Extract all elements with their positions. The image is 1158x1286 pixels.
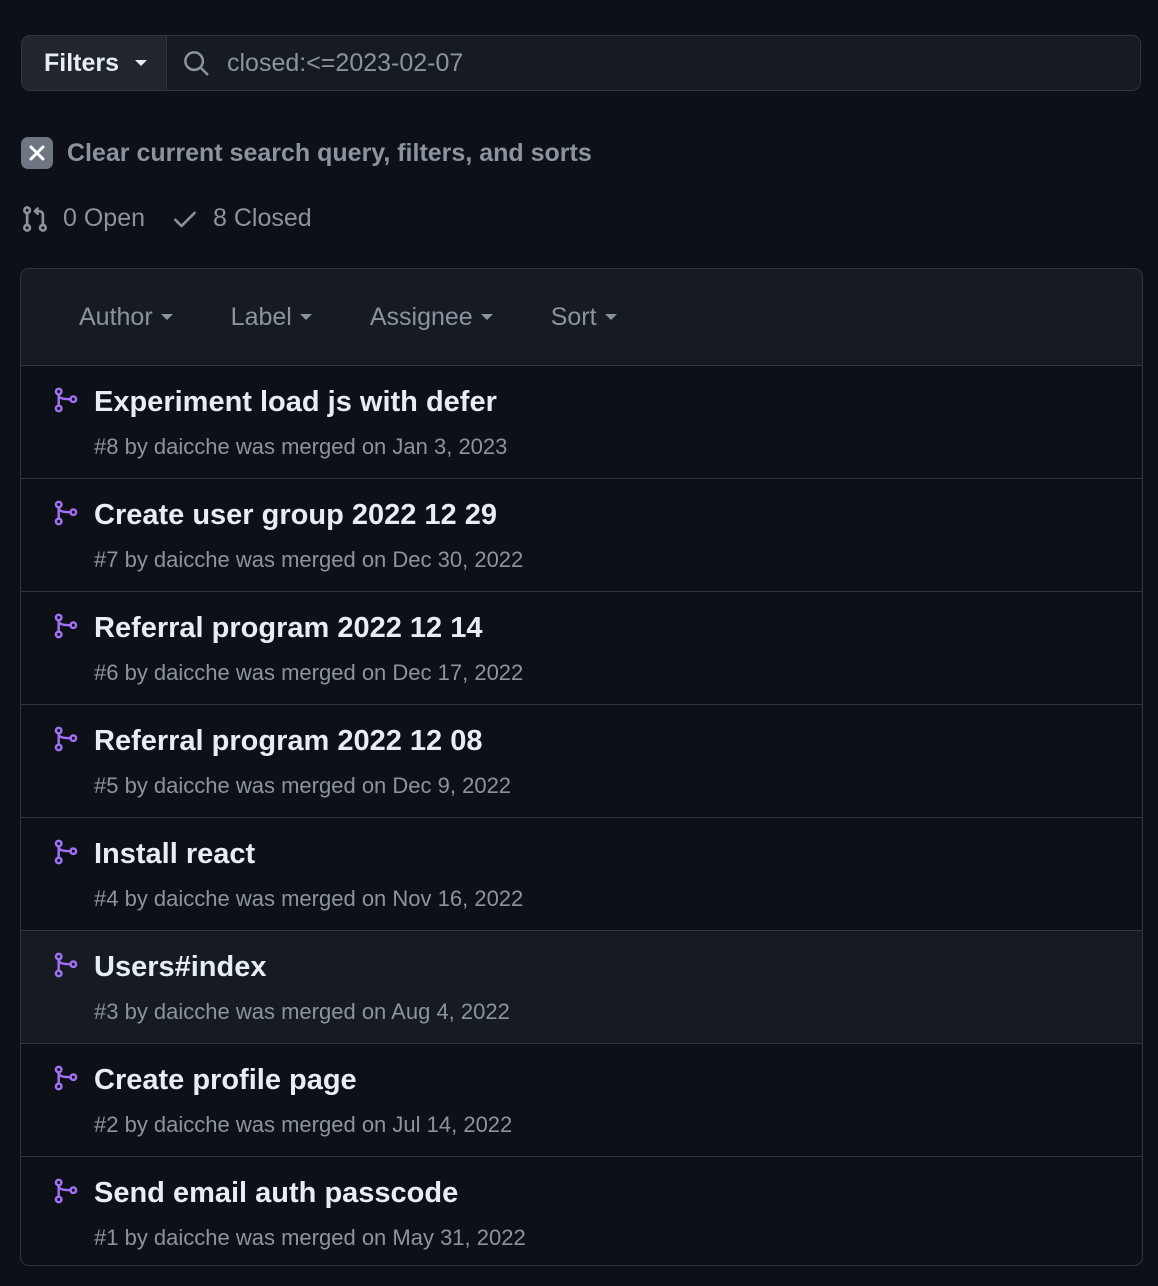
pr-meta: #6 by daicche was merged on Dec 17, 2022 (94, 660, 524, 685)
pr-title-link[interactable]: Install react (94, 838, 255, 871)
search-input[interactable] (227, 48, 1140, 78)
git-merge-icon (54, 1178, 78, 1204)
clear-filters-link[interactable]: Clear current search query, filters, and… (21, 137, 592, 169)
author-filter[interactable]: Author (79, 303, 173, 332)
filter-bar: Filters (21, 35, 1141, 91)
pr-meta: #3 by daicche was merged on Aug 4, 2022 (94, 999, 510, 1024)
closed-toggle[interactable]: 8 Closed (171, 204, 312, 233)
pr-meta: #5 by daicche was merged on Dec 9, 2022 (94, 773, 512, 798)
label-filter[interactable]: Label (231, 303, 312, 332)
author-filter-label: Author (79, 302, 153, 331)
pr-meta: #8 by daicche was merged on Jan 3, 2023 (94, 434, 508, 459)
closed-count-label: 8 Closed (213, 204, 312, 232)
list-item: Install react #4 by daicche was merged o… (21, 818, 1142, 931)
pr-title-link[interactable]: Users#index (94, 951, 267, 984)
git-merge-icon (54, 613, 78, 639)
chevron-down-icon (160, 314, 173, 320)
chevron-down-icon (604, 314, 617, 320)
pr-title-link[interactable]: Referral program 2022 12 14 (94, 612, 483, 645)
pr-title-link[interactable]: Send email auth passcode (94, 1177, 458, 1210)
list-item: Referral program 2022 12 14 #6 by daicch… (21, 592, 1142, 705)
git-merge-icon (54, 726, 78, 752)
search-icon (184, 51, 209, 76)
filters-button-label: Filters (44, 48, 120, 77)
git-merge-icon (54, 387, 78, 413)
list-item: Experiment load js with defer #8 by daic… (21, 366, 1142, 479)
open-count-label: 0 Open (63, 204, 146, 232)
pr-meta: #7 by daicche was merged on Dec 30, 2022 (94, 547, 524, 572)
label-filter-label: Label (230, 302, 292, 331)
chevron-down-icon (480, 314, 493, 320)
search-wrapper (167, 36, 1140, 90)
list-item: Create user group 2022 12 29 #7 by daicc… (21, 479, 1142, 592)
git-merge-icon (54, 500, 78, 526)
pr-title-link[interactable]: Referral program 2022 12 08 (94, 725, 483, 758)
pull-request-list: Author Label Assignee Sort Experiment lo… (20, 268, 1143, 1266)
list-item: Referral program 2022 12 08 #5 by daicch… (21, 705, 1142, 818)
pr-title-link[interactable]: Create user group 2022 12 29 (94, 499, 497, 532)
pr-title-link[interactable]: Create profile page (94, 1064, 357, 1097)
clear-filters-label: Clear current search query, filters, and… (67, 138, 592, 167)
pr-meta: #4 by daicche was merged on Nov 16, 2022 (94, 886, 524, 911)
sort-dropdown-label: Sort (550, 302, 597, 331)
pr-title-link[interactable]: Experiment load js with defer (94, 386, 497, 419)
close-icon (21, 137, 53, 169)
open-toggle[interactable]: 0 Open (21, 204, 145, 233)
pull-requests-page: Filters Clear current search query, filt… (0, 0, 1158, 1286)
git-merge-icon (54, 1065, 78, 1091)
list-item: Users#index #3 by daicche was merged on … (21, 931, 1142, 1044)
check-icon (174, 211, 196, 227)
chevron-down-icon (135, 60, 148, 66)
pr-meta: #1 by daicche was merged on May 31, 2022 (94, 1225, 526, 1250)
list-item: Create profile page #2 by daicche was me… (21, 1044, 1142, 1157)
assignee-filter[interactable]: Assignee (370, 303, 493, 332)
assignee-filter-label: Assignee (369, 302, 473, 331)
pr-meta: #2 by daicche was merged on Jul 14, 2022 (94, 1112, 513, 1137)
chevron-down-icon (299, 314, 312, 320)
git-pull-request-icon (23, 205, 47, 232)
git-merge-icon (54, 839, 78, 865)
list-header: Author Label Assignee Sort (21, 269, 1142, 366)
state-toggles: 0 Open 8 Closed (21, 204, 312, 233)
list-item: Send email auth passcode #1 by daicche w… (21, 1157, 1142, 1265)
sort-dropdown[interactable]: Sort (551, 303, 617, 332)
git-merge-icon (54, 952, 78, 978)
filters-button[interactable]: Filters (22, 36, 167, 90)
